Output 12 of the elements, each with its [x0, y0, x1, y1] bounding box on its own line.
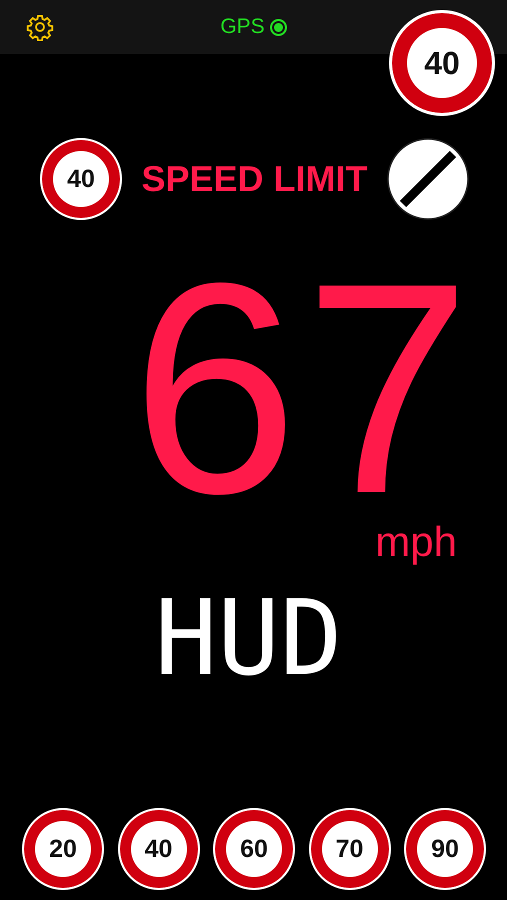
speed-limit-sign[interactable]: 60 — [213, 808, 295, 890]
speed-readout: 67 — [131, 258, 477, 518]
speed-limit-sign[interactable]: 20 — [22, 808, 104, 890]
settings-icon[interactable] — [26, 13, 54, 41]
hud-mode-label[interactable]: HUD — [154, 586, 342, 690]
speed-limit-sign[interactable]: 90 — [404, 808, 486, 890]
speed-limit-sign[interactable]: 40 — [118, 808, 200, 890]
speed-limit-label: SPEED LIMIT — [141, 158, 368, 200]
speed-unit: mph — [375, 518, 457, 566]
speed-limit-sign: 40 — [40, 138, 122, 220]
speed-limit-sign[interactable]: 70 — [308, 808, 390, 890]
gps-label: GPS — [220, 15, 265, 39]
